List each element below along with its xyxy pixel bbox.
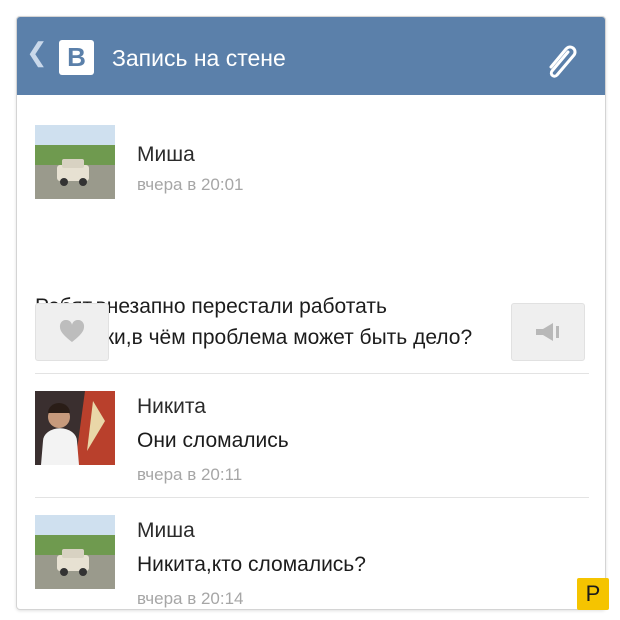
heart-icon xyxy=(59,320,85,342)
post-window: ❮ В Запись на стене Миша вчера в 20:01 Р… xyxy=(16,16,606,610)
comment-author-name[interactable]: Миша xyxy=(137,519,195,543)
like-button[interactable] xyxy=(35,303,109,361)
header-bar: ❮ В Запись на стене xyxy=(17,17,605,95)
comment-timestamp: вчера в 20:11 xyxy=(137,465,243,484)
avatar[interactable] xyxy=(35,515,115,589)
post-timestamp: вчера в 20:01 xyxy=(137,175,244,194)
share-button[interactable] xyxy=(511,303,585,361)
post-author-name[interactable]: Миша xyxy=(137,143,195,167)
divider xyxy=(35,497,589,498)
page-title: Запись на стене xyxy=(112,45,286,71)
paperclip-icon[interactable] xyxy=(539,37,583,81)
comment-text: Они сломались xyxy=(137,429,289,452)
watermark-badge: P xyxy=(577,578,609,610)
comment-timestamp: вчера в 20:14 xyxy=(137,589,244,608)
comment-author-name[interactable]: Никита xyxy=(137,395,206,419)
chevron-left-icon[interactable]: ❮ xyxy=(26,39,48,65)
comment-text: Никита,кто сломались? xyxy=(137,553,366,576)
megaphone-icon xyxy=(536,323,559,341)
divider xyxy=(35,373,589,374)
avatar[interactable] xyxy=(35,391,115,465)
avatar[interactable] xyxy=(35,125,115,199)
vk-logo[interactable]: В xyxy=(59,40,94,75)
